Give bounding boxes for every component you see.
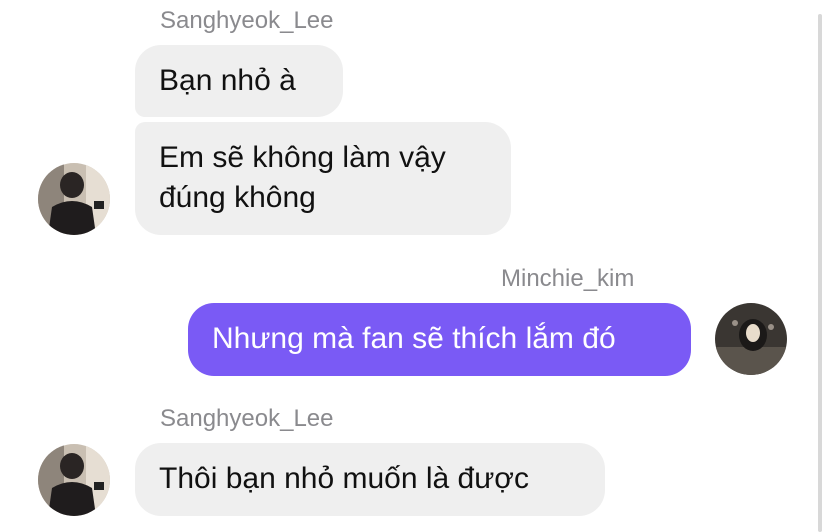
sender-name: Sanghyeok_Lee: [160, 7, 334, 34]
message-bubble[interactable]: Thôi bạn nhỏ muốn là được: [135, 443, 605, 516]
message-text: Nhưng mà fan sẽ thích lắm đó: [212, 322, 616, 355]
avatar-sanghyeok-icon[interactable]: [38, 444, 110, 516]
message-text: Thôi bạn nhỏ muốn là được: [159, 462, 529, 495]
avatar-sanghyeok-icon[interactable]: [38, 163, 110, 235]
message-text: đúng không: [159, 181, 316, 214]
scrollbar[interactable]: [818, 14, 822, 532]
sender-name: Sanghyeok_Lee: [160, 405, 334, 432]
message-bubble[interactable]: Bạn nhỏ à: [135, 45, 343, 117]
avatar-minchie-icon[interactable]: [715, 303, 787, 375]
message-bubble[interactable]: Nhưng mà fan sẽ thích lắm đó: [188, 303, 691, 376]
message-bubble[interactable]: Em sẽ không làm vậy đúng không: [135, 122, 511, 235]
chat-thread: Sanghyeok_Lee Bạn nhỏ à Em sẽ không làm …: [0, 0, 827, 532]
sender-name: Minchie_kim: [501, 265, 635, 292]
message-text: Em sẽ không làm vậy: [159, 141, 446, 174]
message-text: Bạn nhỏ à: [159, 64, 296, 97]
